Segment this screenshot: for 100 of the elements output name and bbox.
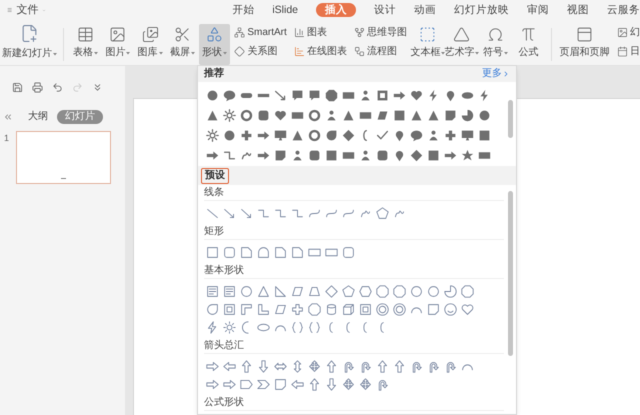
diamond-icon[interactable] [410, 148, 423, 162]
circle-icon[interactable] [206, 88, 219, 102]
arrow-line-icon[interactable] [240, 206, 253, 220]
ribbon-small-button[interactable]: 图表 [294, 26, 347, 39]
right-triangle-icon[interactable] [274, 284, 287, 298]
ring-icon[interactable] [308, 108, 321, 122]
triangle-icon[interactable] [410, 108, 423, 122]
uturn-icon[interactable] [342, 360, 355, 372]
arrow-right-icon[interactable] [206, 360, 219, 372]
ring-icon[interactable] [393, 302, 406, 316]
arrow-up-icon[interactable] [240, 360, 253, 372]
ribbon-button[interactable]: 形状 [199, 24, 230, 65]
bubble-icon[interactable] [223, 88, 236, 102]
arrow-line-icon[interactable] [223, 206, 236, 220]
teardrop-icon[interactable] [206, 302, 219, 316]
rounded-icon[interactable] [376, 148, 389, 162]
star-icon[interactable] [461, 148, 474, 162]
ribbon-small-button[interactable]: 思维导图 [354, 26, 407, 39]
trapezoid-icon[interactable] [308, 284, 321, 298]
quad-arrow-icon[interactable] [308, 360, 321, 372]
arrow-down-icon[interactable] [325, 378, 338, 390]
panel-tab[interactable]: 大纲 [27, 110, 49, 124]
pentagon-icon[interactable] [342, 284, 355, 298]
plus-icon[interactable] [291, 302, 304, 316]
uturn-icon[interactable] [444, 360, 457, 372]
circle-icon[interactable] [223, 128, 236, 142]
rounded-icon[interactable] [257, 108, 270, 122]
ribbon-small-button[interactable]: 流程图 [354, 45, 407, 58]
rounded-icon[interactable] [308, 148, 321, 162]
ribbon-tab[interactable]: iSlide [272, 3, 298, 17]
ribbon-tab[interactable]: 视图 [567, 3, 589, 17]
more-link[interactable]: 更多 [482, 68, 510, 80]
scrollbar-thumb[interactable] [508, 191, 512, 356]
ribbon-small-button[interactable]: 关系图 [234, 45, 287, 58]
lshape-icon[interactable] [257, 302, 270, 316]
textbox-icon[interactable] [206, 284, 219, 298]
arrow-up-icon[interactable] [308, 378, 321, 390]
heart-icon[interactable] [461, 302, 474, 316]
bubble-icon[interactable] [410, 128, 423, 142]
save-icon[interactable] [12, 82, 23, 93]
circle-icon[interactable] [478, 108, 491, 122]
arrow-ud-icon[interactable] [291, 360, 304, 372]
check-icon[interactable] [376, 128, 389, 142]
triangle-icon[interactable] [291, 128, 304, 142]
person-icon[interactable] [291, 148, 304, 162]
frame-icon[interactable] [223, 302, 236, 316]
brace-icon[interactable] [308, 320, 321, 334]
diamond-icon[interactable] [342, 128, 355, 142]
preset-tab[interactable]: 预设 [201, 168, 229, 184]
ribbon-button[interactable]: 截屏 [166, 24, 198, 65]
rounded-icon[interactable] [342, 246, 355, 258]
snip-icon[interactable] [274, 246, 287, 258]
monitor-icon[interactable] [274, 128, 287, 142]
arrow-line-icon[interactable] [274, 88, 287, 102]
circle-icon[interactable] [240, 284, 253, 298]
chevrons-down-icon[interactable] [92, 82, 103, 93]
smile-icon[interactable] [444, 302, 457, 316]
corner-icon[interactable] [240, 302, 253, 316]
person-icon[interactable] [325, 108, 338, 122]
ribbon-tab[interactable]: 幻灯片放映 [454, 3, 509, 17]
triangle-icon[interactable] [206, 108, 219, 122]
heart-icon[interactable] [410, 88, 423, 102]
snip-icon[interactable] [291, 246, 304, 258]
doc-icon[interactable] [444, 108, 457, 122]
square-icon[interactable] [393, 108, 406, 122]
plus-icon[interactable] [240, 128, 253, 142]
rounded-icon[interactable] [223, 246, 236, 258]
textbox-icon[interactable] [478, 128, 491, 142]
octagon-icon[interactable] [461, 284, 474, 298]
ribbon-button[interactable]: 文本框 [410, 24, 445, 65]
uturn-icon[interactable] [359, 360, 372, 372]
sun-icon[interactable] [206, 128, 219, 142]
arrow-down-icon[interactable] [257, 360, 270, 372]
ribbon-tab[interactable]: 设计 [374, 3, 396, 17]
person-icon[interactable] [359, 148, 372, 162]
print-icon[interactable] [32, 82, 43, 93]
octagon-icon[interactable] [325, 88, 338, 102]
ribbon-tab[interactable]: 审阅 [527, 3, 549, 17]
doc-icon[interactable] [274, 148, 287, 162]
monitor-icon[interactable] [461, 128, 474, 142]
frame-icon[interactable] [376, 88, 389, 102]
ring-icon[interactable] [308, 128, 321, 142]
pie-icon[interactable] [461, 108, 474, 122]
quad-arrow-icon[interactable] [342, 378, 355, 390]
uturn-icon[interactable] [410, 360, 423, 372]
arrow-up-icon[interactable] [376, 360, 389, 372]
pin-icon[interactable] [393, 128, 406, 142]
frame-icon[interactable] [359, 302, 372, 316]
arrow-left-icon[interactable] [223, 360, 236, 372]
snip-icon[interactable] [240, 246, 253, 258]
line-icon[interactable] [206, 206, 219, 220]
plus-icon[interactable] [444, 128, 457, 142]
sun-icon[interactable] [223, 320, 236, 334]
textbox-icon[interactable] [427, 148, 440, 162]
triangle-icon[interactable] [427, 108, 440, 122]
square-icon[interactable] [325, 148, 338, 162]
circle-icon[interactable] [410, 284, 423, 298]
header-footer-button[interactable]: 页眉和页脚 [558, 24, 611, 65]
ring-icon[interactable] [376, 302, 389, 316]
heart-icon[interactable] [274, 108, 287, 122]
